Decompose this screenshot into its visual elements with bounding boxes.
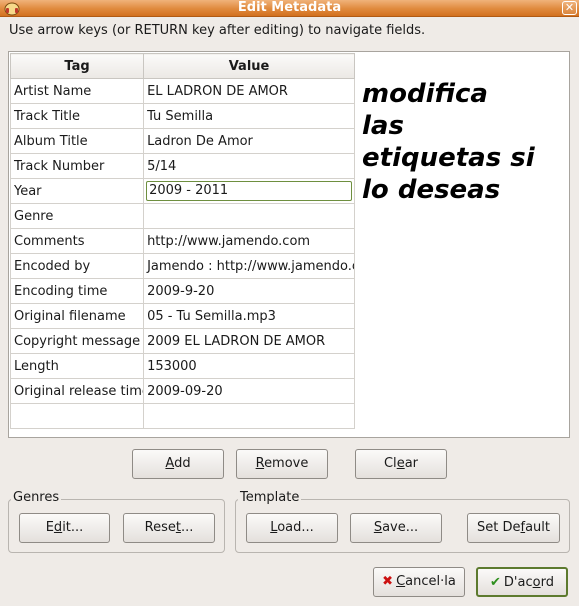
tag-cell: Track Title	[9, 103, 145, 129]
tag-cell: Original filename	[9, 303, 145, 329]
template-group-label: Template	[238, 490, 302, 505]
table-row[interactable]: Genre	[9, 203, 355, 229]
clear-label-key: e	[396, 456, 405, 471]
load-label-post: oad...	[277, 520, 314, 535]
overlay-line: etiquetas si	[362, 143, 535, 173]
column-header-tag[interactable]: Tag	[9, 53, 145, 79]
ok-label-pre: D'ac	[503, 575, 533, 590]
edit-label-key: d	[53, 520, 63, 535]
tag-cell: Length	[9, 353, 145, 379]
template-save-button[interactable]: Save...	[350, 513, 442, 543]
edit-label-pre: E	[45, 520, 54, 535]
cancel-button[interactable]: ✖ Cancel·la	[373, 567, 465, 597]
table-row[interactable]	[9, 403, 355, 429]
table-row[interactable]: Encoded by Jamendo : http://www.jamendo.…	[9, 253, 355, 279]
instructions-text: Use arrow keys (or RETURN key after edit…	[9, 23, 426, 38]
clear-button[interactable]: Clear	[355, 449, 447, 479]
ok-button[interactable]: ✔ D'acord	[476, 567, 568, 597]
genres-group-label: Genres	[11, 490, 62, 505]
value-cell[interactable]: 2009-9-20	[143, 278, 355, 304]
window-titlebar[interactable]: Edit Metadata ✕	[0, 0, 579, 17]
table-row[interactable]: Length 153000	[9, 353, 355, 379]
value-cell[interactable]: 2009 EL LADRON DE AMOR	[143, 328, 355, 354]
ok-label-key: o	[532, 575, 541, 590]
add-button[interactable]: Add	[132, 449, 224, 479]
cancel-label-key: C	[396, 574, 406, 589]
value-cell[interactable]: 153000	[143, 353, 355, 379]
value-cell[interactable]: 5/14	[143, 153, 355, 179]
column-header-value[interactable]: Value	[143, 53, 355, 79]
tag-cell: Year	[9, 178, 145, 204]
edit-label-post: it...	[62, 520, 84, 535]
template-set-default-button[interactable]: Set Default	[467, 513, 560, 543]
remove-label-key: R	[255, 456, 265, 471]
clear-label-pre: Cl	[383, 456, 397, 471]
app-icon	[4, 2, 20, 16]
reset-label-pre: Rese	[144, 520, 176, 535]
value-cell[interactable]: Tu Semilla	[143, 103, 355, 129]
table-row[interactable]: Track Title Tu Semilla	[9, 103, 355, 129]
genres-edit-button[interactable]: Edit...	[19, 513, 110, 543]
set-default-label-pre: Set De	[477, 520, 521, 535]
value-cell[interactable]: EL LADRON DE AMOR	[143, 78, 355, 104]
value-cell[interactable]	[143, 203, 355, 229]
tag-cell: Album Title	[9, 128, 145, 154]
value-cell-editing[interactable]: 2009 - 2011	[143, 178, 355, 204]
template-load-button[interactable]: Load...	[246, 513, 338, 543]
metadata-table: Tag Value Artist Name EL LADRON DE AMOR …	[9, 53, 355, 429]
add-label-post: dd	[174, 456, 191, 471]
tag-cell: Genre	[9, 203, 145, 229]
remove-label-post: emove	[264, 456, 309, 471]
tag-cell: Copyright message	[9, 328, 145, 354]
table-row[interactable]: Copyright message 2009 EL LADRON DE AMOR	[9, 328, 355, 354]
value-cell[interactable]	[143, 403, 355, 429]
add-label-key: A	[165, 456, 175, 471]
table-row[interactable]: Encoding time 2009-9-20	[9, 278, 355, 304]
tag-cell[interactable]	[9, 403, 145, 429]
tag-cell: Track Number	[9, 153, 145, 179]
table-row[interactable]: Year 2009 - 2011	[9, 178, 355, 204]
tag-cell: Encoding time	[9, 278, 145, 304]
tag-cell: Original release time	[9, 378, 145, 404]
tag-cell: Comments	[9, 228, 145, 254]
table-row[interactable]: Album Title Ladron De Amor	[9, 128, 355, 154]
overlay-line: las	[362, 111, 404, 141]
value-cell[interactable]: http://www.jamendo.com	[143, 228, 355, 254]
window-title: Edit Metadata	[237, 0, 342, 15]
remove-button[interactable]: Remove	[236, 449, 328, 479]
ok-label-post: rd	[540, 575, 554, 590]
tag-cell: Encoded by	[9, 253, 145, 279]
save-label-post: ave...	[382, 520, 419, 535]
value-cell[interactable]: Ladron De Amor	[143, 128, 355, 154]
overlay-line: lo deseas	[362, 175, 501, 205]
value-cell[interactable]: 05 - Tu Semilla.mp3	[143, 303, 355, 329]
reset-label-post: ...	[180, 520, 194, 535]
table-row[interactable]: Track Number 5/14	[9, 153, 355, 179]
table-row[interactable]: Original filename 05 - Tu Semilla.mp3	[9, 303, 355, 329]
table-row[interactable]: Comments http://www.jamendo.com	[9, 228, 355, 254]
year-edit-field[interactable]: 2009 - 2011	[146, 181, 352, 201]
table-row[interactable]: Original release time 2009-09-20	[9, 378, 355, 404]
table-row[interactable]: Artist Name EL LADRON DE AMOR	[9, 78, 355, 104]
cancel-icon: ✖	[382, 574, 394, 589]
overlay-annotation: modifica las etiquetas si lo deseas	[362, 78, 562, 206]
genres-reset-button[interactable]: Reset...	[123, 513, 215, 543]
value-cell[interactable]: Jamendo : http://www.jamendo.com	[143, 253, 355, 279]
close-icon[interactable]: ✕	[562, 1, 577, 15]
checkmark-icon: ✔	[490, 575, 501, 590]
save-label-key: S	[373, 520, 383, 535]
value-cell[interactable]: 2009-09-20	[143, 378, 355, 404]
tag-cell: Artist Name	[9, 78, 145, 104]
clear-label-post: ar	[404, 456, 418, 471]
overlay-line: modifica	[362, 79, 488, 109]
cancel-label-post: ancel·la	[405, 574, 456, 589]
set-default-label-post: ault	[525, 520, 550, 535]
